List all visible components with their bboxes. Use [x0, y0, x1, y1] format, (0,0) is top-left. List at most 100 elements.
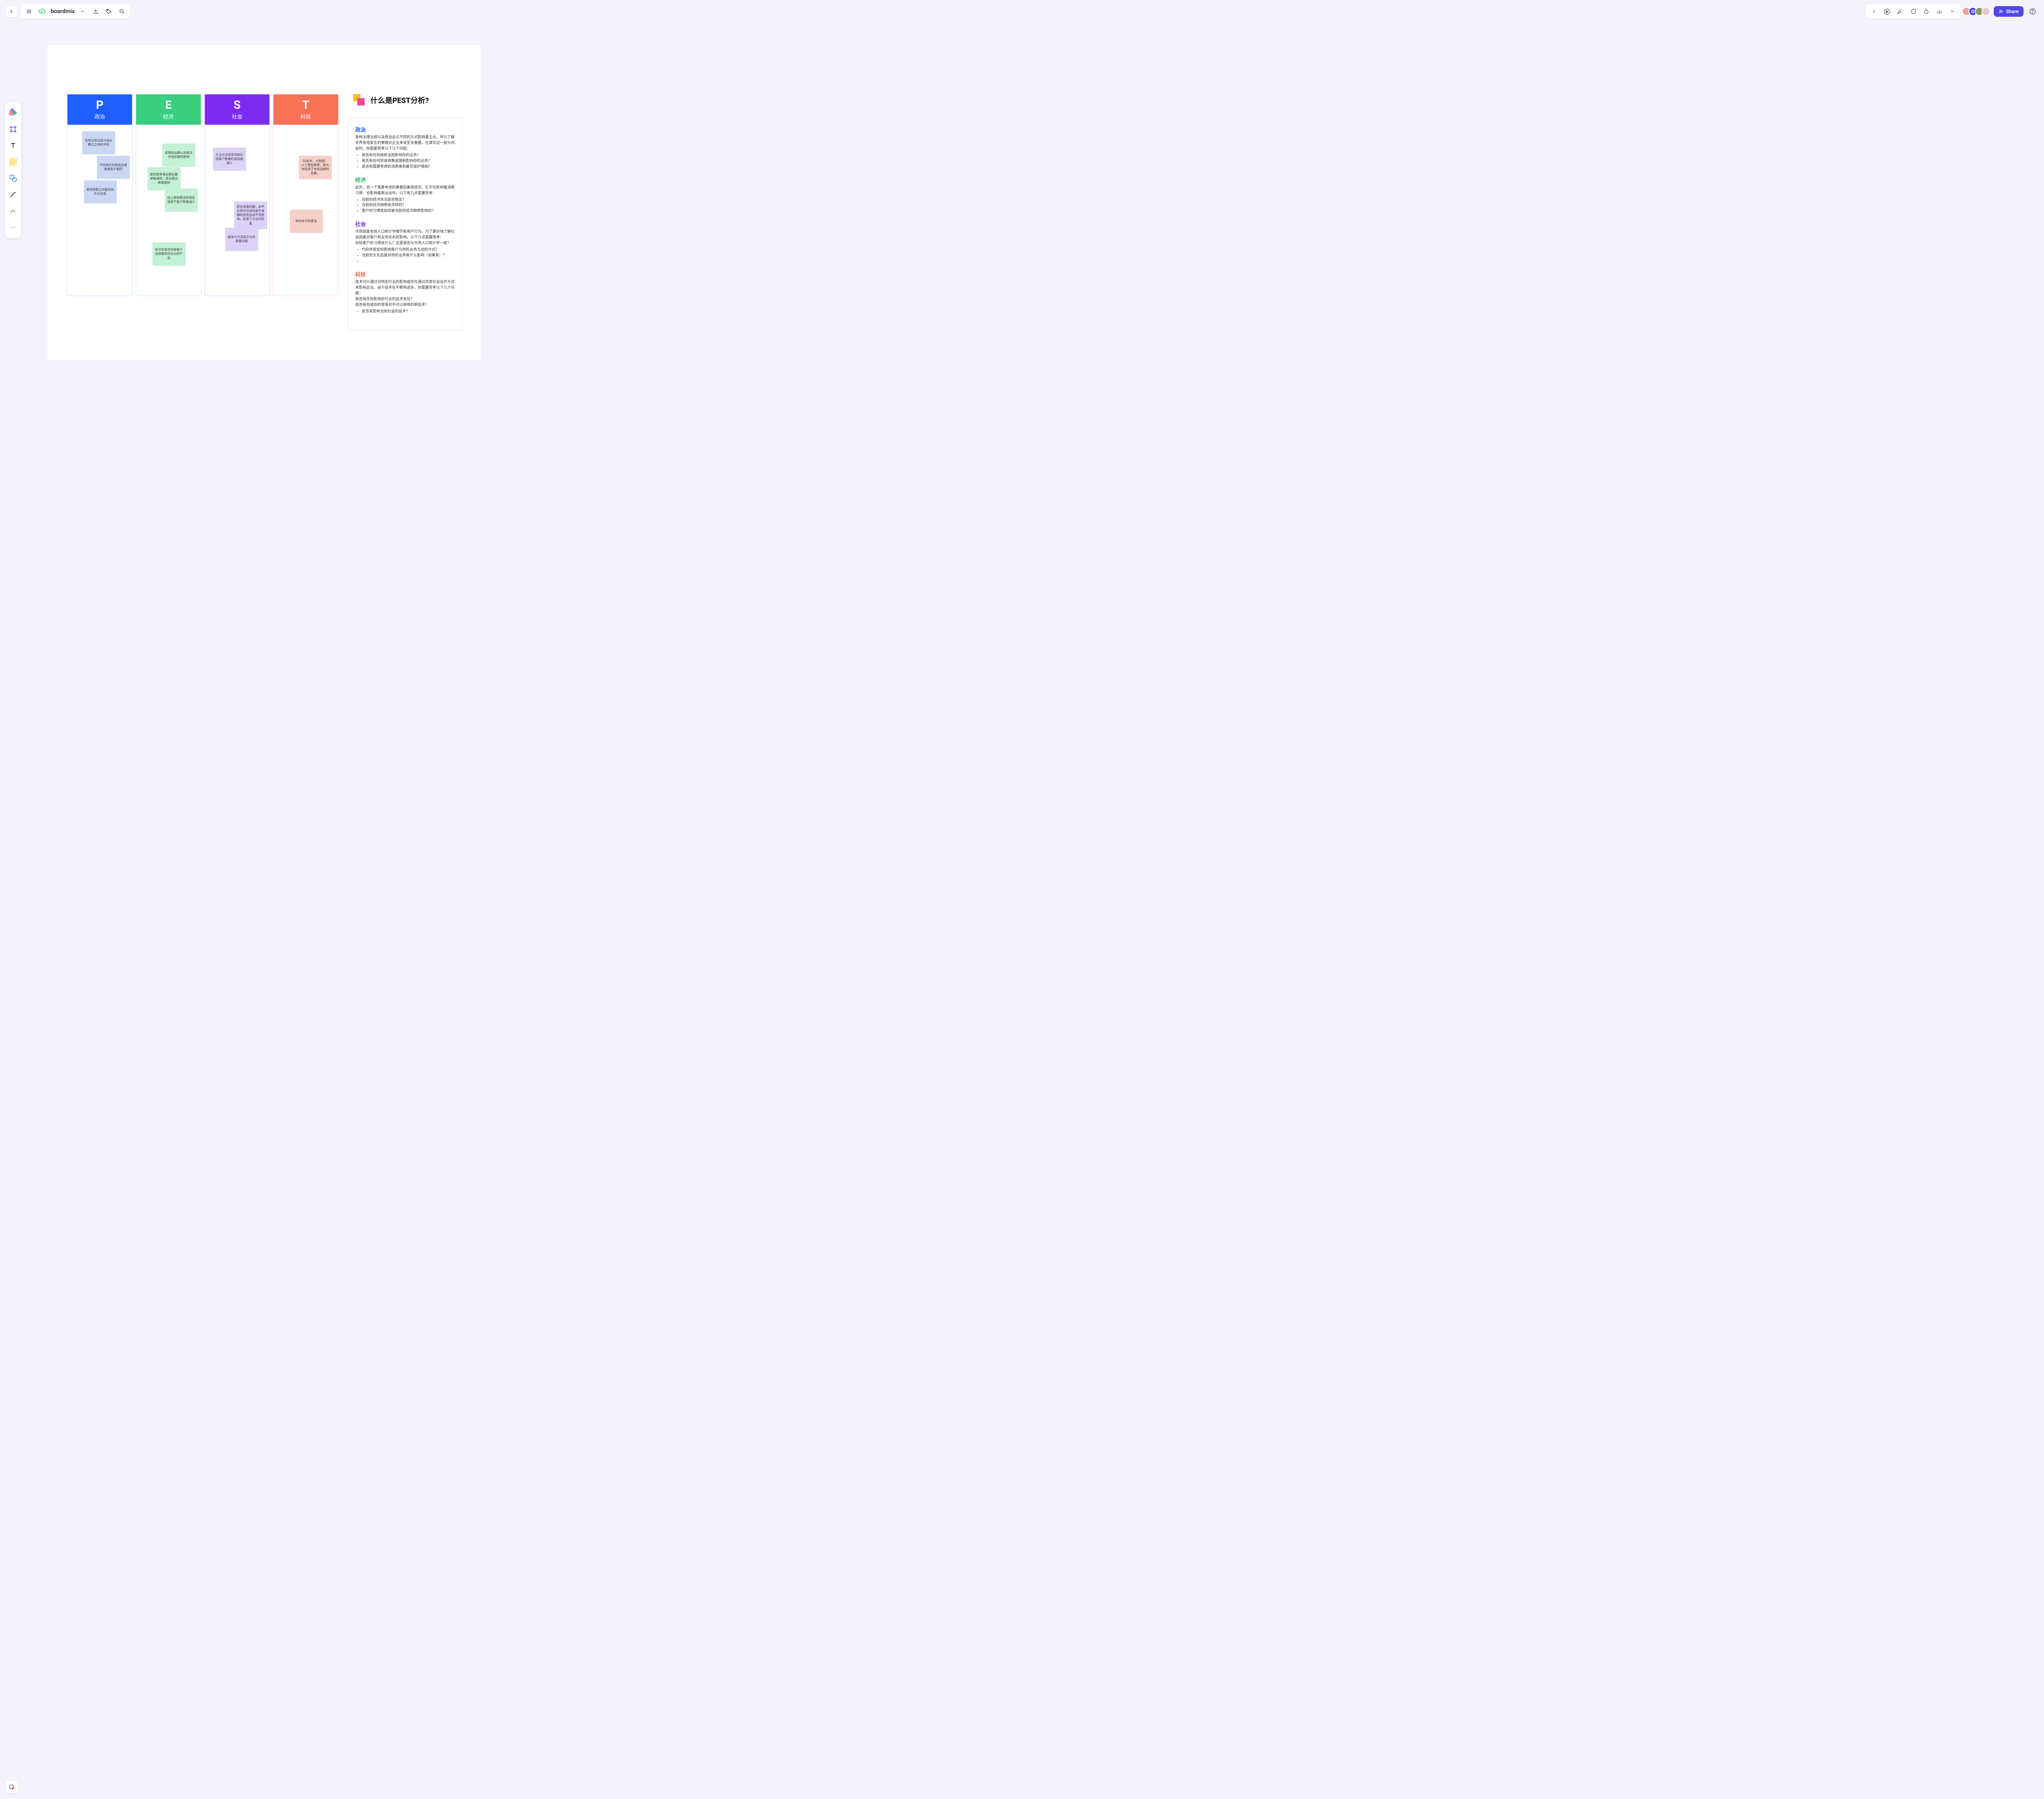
celebrate-button[interactable]: [1894, 6, 1906, 17]
section-bullet: 当前的经济趋势是怎样的？: [362, 203, 456, 209]
sticky-note-tool[interactable]: [7, 155, 20, 169]
doc-title-dropdown[interactable]: [76, 6, 89, 17]
left-toolbar: [5, 102, 21, 238]
column-label: 经济: [163, 112, 174, 120]
section-intro: 此外，另一个需要考虑的重要因素是经济。它不仅影响着消费习惯，也影响着商业运作。以…: [355, 186, 455, 195]
section-heading: 科技: [355, 270, 456, 278]
comment-icon: [1910, 8, 1916, 15]
pages-panel-button[interactable]: [6, 1781, 18, 1793]
templates-icon: [9, 109, 17, 117]
frame-icon: [9, 125, 17, 133]
present-button[interactable]: [1881, 6, 1893, 17]
search-icon: [119, 8, 125, 15]
section-intro: 市场调查包括人口统计学细节和用户行为。为了更好地了解社会因素对客户和业务关系的影…: [355, 230, 455, 240]
timer-icon: [1923, 8, 1930, 15]
more-tools[interactable]: [7, 220, 20, 235]
column-letter: S: [233, 99, 240, 112]
sticky-note[interactable]: 经济的衰退导致客户选择更具性价比的产品: [152, 242, 185, 265]
connector-icon: [9, 191, 17, 199]
sticky-note[interactable]: 疫情的品牌认知度对市场份额的影响: [162, 144, 195, 166]
column-header-economic: E 经济: [136, 94, 201, 125]
sticky-note[interactable]: 移动支付的普及: [290, 210, 323, 233]
canvas[interactable]: P 政治 当地法律法规与商业模式之间的冲突 不同地区的税收法规难易各不相同 某些…: [47, 45, 481, 360]
menu-button[interactable]: [23, 6, 35, 17]
section-line: 是否有任何影响你行业的技术变化？: [355, 297, 414, 301]
column-political[interactable]: P 政治 当地法律法规与商业模式之间的冲突 不同地区的税收法规难易各不相同 某些…: [67, 94, 132, 296]
connector-tool[interactable]: [7, 187, 20, 202]
section-intro: 各种法律法规以及政治会以不同的方式影响着企业。所以了解世界各地发生的事情对企业来…: [355, 135, 455, 151]
sticky-note[interactable]: 不同地区的税收法规难易各不相同: [97, 156, 130, 179]
download-button[interactable]: [90, 6, 102, 17]
help-button[interactable]: [2027, 6, 2038, 17]
text-icon: [9, 142, 17, 149]
pest-columns: P 政治 当地法律法规与商业模式之间的冲突 不同地区的税收法规难易各不相同 某些…: [67, 94, 338, 296]
section-bullet: 代际转变如何影响客户与你的业务互动的方式？: [362, 247, 456, 253]
column-letter: T: [302, 99, 309, 112]
dots-icon: [9, 224, 17, 231]
section-bullet: 目前的经济状况是否稳定？: [362, 197, 456, 203]
download-icon: [92, 8, 99, 15]
user-plus-icon: [1999, 9, 2004, 14]
back-button[interactable]: [6, 6, 17, 17]
explanation-panel: 什么是PEST分析? 政治 各种法律法规以及政治会以不同的方式影响着企业。所以了…: [348, 94, 463, 331]
section-heading: 社会: [355, 220, 456, 228]
chevron-down-icon: [80, 9, 85, 14]
column-letter: E: [165, 99, 172, 112]
explanation-body: 政治 各种法律法规以及政治会以不同的方式影响着企业。所以了解世界各地发生的事情对…: [348, 118, 463, 331]
tag-button[interactable]: [103, 6, 115, 17]
shape-icon: [9, 174, 17, 182]
pen-tool[interactable]: [7, 204, 20, 218]
doc-toolbar: boardmix: [20, 4, 130, 19]
expand-panel-button[interactable]: [1868, 6, 1880, 17]
explanation-section-economic: 经济 此外，另一个需要考虑的重要因素是经济。它不仅影响着消费习惯，也影响着商业运…: [355, 176, 456, 215]
doc-title[interactable]: boardmix: [49, 8, 76, 15]
sticky-note[interactable]: 某些国家之间复杂的外交关系: [84, 180, 117, 203]
section-heading: 政治: [355, 126, 456, 133]
section-heading: 经济: [355, 176, 456, 184]
sticky-note[interactable]: 媒体大力渲染企业的质量问题: [225, 228, 258, 251]
share-button[interactable]: Share: [1994, 6, 2024, 17]
section-bullet: 是否有影响当前社会的技术？: [362, 309, 456, 315]
sticky-note[interactable]: 5G技术，大数据，人工智能等等，极大地促进了电商消费的发展。: [299, 156, 332, 179]
shape-tool[interactable]: [7, 171, 20, 186]
more-tools-dropdown[interactable]: [1946, 6, 1959, 17]
pages-icon: [9, 1784, 15, 1790]
templates-tool[interactable]: [7, 105, 20, 120]
pen-icon: [9, 207, 17, 215]
column-social[interactable]: S 社会 生活方式改变导致在线客户数量的增加或减少 职业道德问题，如不负责任的采…: [204, 94, 270, 296]
explanation-logo-icon: [353, 94, 365, 106]
explanation-title: 什么是PEST分析?: [370, 95, 429, 105]
cloud-check-icon: [38, 8, 46, 15]
sticky-note[interactable]: 新的竞争者如雨后春笋般涌现，商业模式易被复制: [148, 167, 180, 190]
play-circle-icon: [1883, 8, 1890, 15]
explanation-section-political: 政治 各种法律法规以及政治会以不同的方式影响着企业。所以了解世界各地发生的事情对…: [355, 126, 456, 170]
avatar[interactable]: [1981, 7, 1990, 16]
sticky-note[interactable]: 职业道德问题，如不负责任的采购或不准确的信息造成不良影响，危害了企业的形象: [234, 202, 267, 229]
column-header-social: S 社会: [205, 94, 269, 125]
column-letter: P: [96, 99, 103, 112]
text-tool[interactable]: [7, 138, 20, 153]
collaborator-avatars[interactable]: O: [1964, 7, 1990, 16]
section-bullet: 是否有需要考虑的消费者和雇员保护措施？: [362, 164, 456, 170]
column-technology[interactable]: T 科技 5G技术，大数据，人工智能等等，极大地促进了电商消费的发展。 移动支付…: [273, 94, 338, 296]
frame-tool[interactable]: [7, 122, 20, 137]
bar-chart-icon: [1936, 8, 1943, 15]
right-toolbar: [1865, 4, 1961, 19]
sticky-note[interactable]: 线上购物需求的增加使得下客户数量减少: [165, 188, 197, 211]
section-bullet: 客户的习惯是如何被当前的经济趋势影响的？: [362, 209, 456, 214]
comment-button[interactable]: [1907, 6, 1919, 17]
timer-button[interactable]: [1920, 6, 1932, 17]
column-header-technology: T 科技: [273, 94, 338, 125]
sticky-note[interactable]: 当地法律法规与商业模式之间的冲突: [82, 131, 115, 154]
column-label: 科技: [300, 112, 311, 120]
column-economic[interactable]: E 经济 疫情的品牌认知度对市场份额的影响 新的竞争者如雨后春笋般涌现，商业模式…: [136, 94, 201, 296]
explanation-section-social: 社会 市场调查包括人口统计学细节和用户行为。为了更好地了解社会因素对客户和业务关…: [355, 220, 456, 265]
section-line: 目标客户的习惯是什么？这里是否与市场人口统计学一致？: [355, 241, 451, 245]
sticky-note[interactable]: 生活方式改变导致在线客户数量的增加或减少: [213, 148, 246, 170]
section-bullet: 当前的文化态度对你的业务有什么影响（如果有）？: [362, 253, 456, 259]
column-label: 社会: [232, 112, 242, 120]
section-bullet: 是否有任何贸易政策或限制影响你的业务？: [362, 159, 456, 164]
vote-button[interactable]: [1933, 6, 1945, 17]
search-button[interactable]: [116, 6, 128, 17]
section-bullet: 是否有任何政府法规影响你的业务？: [362, 153, 456, 159]
